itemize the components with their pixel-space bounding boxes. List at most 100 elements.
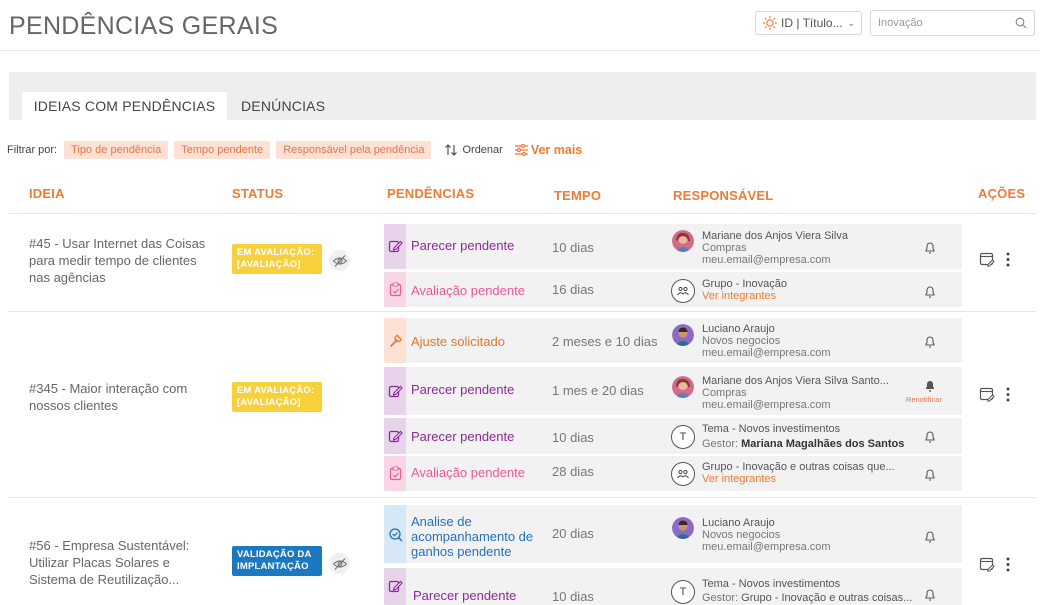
idea-title[interactable]: #56 - Empresa Sustentável: Utilizar Plac… [29,537,219,588]
gestor-label: Gestor: [702,592,739,604]
filter-bar: Filtrar por: Tipo de pendência Tempo pen… [7,140,582,160]
pendencia-tempo: 20 dias [552,526,594,541]
eye-off-icon[interactable] [329,553,350,574]
order-button[interactable]: Ordenar [444,143,503,157]
column-header-responsavel[interactable]: RESPONSÁVEL [673,188,773,203]
calendar-edit-icon[interactable] [979,556,995,572]
pendencia-tempo: 10 dias [552,240,594,255]
responsavel-name: Tema - Novos investimentos [702,578,841,590]
ver-integrantes-link[interactable]: Ver integrantes [702,290,917,302]
more-vertical-icon[interactable] [1005,252,1011,267]
responsavel-area: Novos negocios [702,529,781,541]
ver-integrantes-link[interactable]: Ver integrantes [702,473,917,485]
avatar [672,230,694,252]
idea-title[interactable]: #345 - Maior interação com nossos client… [29,380,219,414]
search-check-icon [384,505,406,563]
responsavel-email: meu.email@empresa.com [702,399,831,411]
pendencia-label: Parecer pendente [413,588,517,603]
responsavel-info: Grupo - Inovação e outras coisas que... … [702,461,917,485]
bell-icon[interactable] [923,334,937,348]
column-header-acoes: AÇÕES [978,186,1026,201]
avatar-initial: T [671,425,695,449]
pendencia-tempo: 28 dias [552,464,594,479]
status-badge: EM AVALIAÇÃO: [AVALIAÇÃO] [232,244,322,274]
avatar [672,324,694,346]
row-actions [979,250,1019,268]
column-header-ideia[interactable]: IDEIA [29,186,65,201]
responsavel-email: meu.email@empresa.com [702,254,831,266]
tab-ideias-com-pendencias[interactable]: IDEIAS COM PENDÊNCIAS [22,92,227,120]
responsavel-area: Compras [702,387,747,399]
column-header-pendencias[interactable]: PENDÊNCIAS [387,186,474,201]
pendencia-label: Avaliação pendente [411,465,525,480]
tabs-bar: IDEIAS COM PENDÊNCIAS DENÚNCIAS [9,72,1036,120]
responsavel-name: Mariane dos Anjos Viera Silva [702,230,848,242]
responsavel-info: Mariane dos Anjos Viera Silva Santo... C… [702,375,917,411]
responsavel-info: Luciano Araujo Novos negocios meu.email@… [702,323,917,359]
tab-denuncias[interactable]: DENÚNCIAS [241,92,325,120]
pendencia-label: Analise de acompanhamento de ganhos pend… [411,514,534,559]
lightbulb-icon [763,16,777,30]
filter-chip-tempo[interactable]: Tempo pendente [174,141,271,159]
search-box[interactable] [870,10,1035,36]
eye-off-icon[interactable] [329,250,350,271]
column-header-status[interactable]: STATUS [232,186,283,201]
responsavel-info: Mariane dos Anjos Viera Silva Compras me… [702,230,917,266]
avatar [672,517,694,539]
edit-icon [384,568,406,605]
row-divider [9,311,1036,312]
field-select-label: ID | Título... [781,16,843,30]
bell-icon[interactable] [923,467,937,481]
renotificar-link[interactable]: Renotificar [906,395,942,404]
pendencia-row[interactable]: Parecer pendente 10 dias T Tema - Novos … [384,418,962,454]
pendencia-label: Parecer pendente [411,382,515,397]
pendencia-row[interactable]: Parecer pendente 10 dias T Tema - Novos … [384,568,962,605]
status-badge: EM AVALIAÇÃO: [AVALIAÇÃO] [232,382,322,412]
pendencia-row[interactable]: Ajuste solicitado 2 meses e 10 dias Luci… [384,318,962,363]
responsavel-name: Tema - Novos investimentos [702,423,841,435]
avatar-initial: T [671,580,695,604]
responsavel-name: Luciano Araujo [702,517,775,529]
avatar [672,376,694,398]
page-title: PENDÊNCIAS GERAIS [9,12,279,40]
calendar-edit-icon[interactable] [979,386,995,402]
responsavel-info: Tema - Novos investimentos Gestor: Grupo… [702,578,917,604]
responsavel-area: Novos negocios [702,335,781,347]
responsavel-area: Compras [702,242,747,254]
bell-filled-icon[interactable] [923,378,937,392]
search-field-select[interactable]: ID | Título... ⌄ [755,11,862,35]
pendencia-label: Avaliação pendente [411,283,525,298]
filter-chip-responsavel[interactable]: Responsável pela pendência [276,141,432,159]
sort-icon [445,144,458,156]
pendencia-tempo: 10 dias [552,589,594,604]
responsavel-email: meu.email@empresa.com [702,541,831,553]
bell-icon[interactable] [923,240,937,254]
pendencia-row[interactable]: Parecer pendente 10 dias Mariane dos Anj… [384,224,962,269]
responsavel-info: Luciano Araujo Novos negocios meu.email@… [702,517,917,553]
pendencia-row[interactable]: Parecer pendente 1 mes e 20 dias Mariane… [384,367,962,415]
bell-icon[interactable] [923,284,937,298]
pendencia-label: Ajuste solicitado [411,334,505,349]
wrench-icon [384,318,406,363]
search-input[interactable] [878,17,1008,29]
gestor-name: Grupo - Inovação e outras coisas... [741,592,913,604]
bell-icon[interactable] [923,429,937,443]
pendencia-tempo: 2 meses e 10 dias [552,334,658,349]
more-vertical-icon[interactable] [1005,387,1011,402]
bell-icon[interactable] [923,529,937,543]
bell-icon[interactable] [923,587,937,601]
more-vertical-icon[interactable] [1005,557,1011,572]
responsavel-name: Luciano Araujo [702,323,775,335]
status-badge: VALIDAÇÃO DA IMPLANTAÇÃO [232,546,322,576]
filter-chip-tipo[interactable]: Tipo de pendência [64,141,169,159]
calendar-edit-icon[interactable] [979,251,995,267]
pendencia-row[interactable]: Avaliação pendente 28 dias Grupo - Inova… [384,456,962,491]
idea-title[interactable]: #45 - Usar Internet das Coisas para medi… [29,235,219,286]
pendencia-row[interactable]: Analise de acompanhamento de ganhos pend… [384,505,962,563]
filter-label: Filtrar por: [7,144,58,156]
column-header-tempo[interactable]: TEMPO [554,188,601,203]
header-divider [9,213,1036,214]
ver-mais-button[interactable]: Ver mais [514,143,582,157]
pendencia-row[interactable]: Avaliação pendente 16 dias Grupo - Inova… [384,272,962,307]
search-icon[interactable] [1015,17,1027,29]
